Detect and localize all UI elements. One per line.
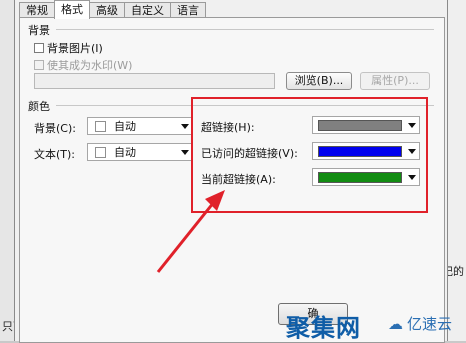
- watermark-brand-logo: ☁ 亿速云: [388, 313, 452, 334]
- annotation-arrow-icon: [156, 190, 225, 273]
- tab-format[interactable]: 格式: [54, 0, 90, 19]
- watermark-brand-text-2: 亿速云: [407, 315, 453, 333]
- cloud-icon: ☁: [388, 314, 403, 333]
- watermark-brand-text: 聚集网: [286, 314, 361, 342]
